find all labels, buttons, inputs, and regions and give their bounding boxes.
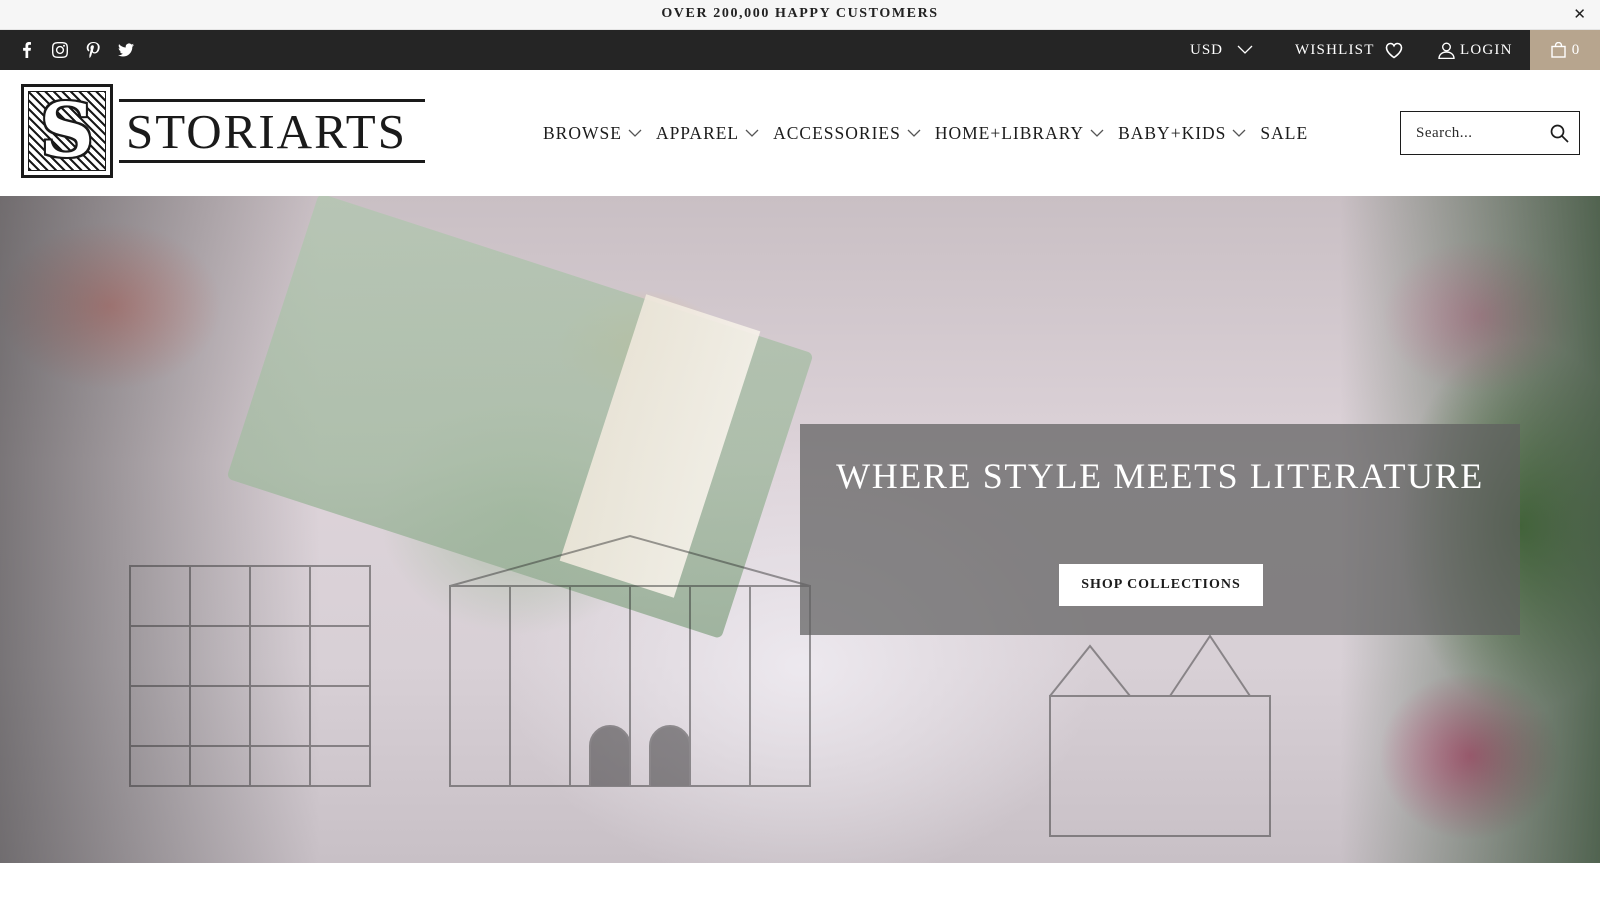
search-button[interactable] [1539,113,1579,153]
wishlist-link[interactable]: WISHLIST [1295,30,1403,70]
social-links [18,30,134,70]
nav-item-accessories[interactable]: ACCESSORIES [773,123,921,144]
logo-wordmark: STORIARTS [126,103,407,159]
chevron-down-icon [1237,45,1253,54]
search-icon [1550,124,1569,143]
hero-caption-box: WHERE STYLE MEETS LITERATURE SHOP COLLEC… [800,424,1520,635]
nav-item-home-library[interactable]: HOME+LIBRARY [935,123,1104,144]
announcement-text: OVER 200,000 HAPPY CUSTOMERS [661,6,939,21]
shopping-bag-icon [1551,42,1566,58]
chevron-down-icon [1090,129,1104,137]
wishlist-label: WISHLIST [1295,41,1375,58]
top-bar: USD WISHLIST LOGIN 0 [0,30,1600,70]
search-input[interactable] [1401,113,1539,153]
nav-item-sale[interactable]: SALE [1260,123,1308,144]
site-header: S STORIARTS BROWSE APPAREL ACCESSORIES H… [0,70,1600,196]
nav-item-apparel[interactable]: APPAREL [656,123,759,144]
user-icon [1438,42,1455,59]
chevron-down-icon [745,129,759,137]
hero-banner: WHERE STYLE MEETS LITERATURE SHOP COLLEC… [0,196,1600,863]
instagram-icon[interactable] [51,42,68,59]
login-label: LOGIN [1460,41,1513,58]
currency-label: USD [1190,41,1224,58]
main-nav: BROWSE APPAREL ACCESSORIES HOME+LIBRARY … [543,70,1322,196]
cart-count: 0 [1571,41,1580,58]
shop-collections-button[interactable]: SHOP COLLECTIONS [1059,564,1263,606]
facebook-icon[interactable] [18,42,35,59]
nav-item-browse[interactable]: BROWSE [543,123,642,144]
login-link[interactable]: LOGIN [1438,30,1513,70]
cart-button[interactable]: 0 [1530,30,1600,70]
site-logo[interactable]: S STORIARTS [21,84,425,178]
logo-monogram: S [21,84,113,178]
heart-icon [1385,42,1402,58]
twitter-icon[interactable] [117,42,134,59]
pinterest-icon[interactable] [84,42,101,59]
chevron-down-icon [628,129,642,137]
close-icon[interactable]: ✕ [1573,5,1586,23]
search-box [1400,111,1580,155]
nav-item-baby-kids[interactable]: BABY+KIDS [1118,123,1246,144]
chevron-down-icon [1232,129,1246,137]
announcement-bar: OVER 200,000 HAPPY CUSTOMERS ✕ [0,0,1600,30]
currency-selector[interactable]: USD [1190,30,1253,70]
chevron-down-icon [907,129,921,137]
logo-monogram-letter: S [40,88,94,174]
hero-title: WHERE STYLE MEETS LITERATURE [836,456,1484,496]
